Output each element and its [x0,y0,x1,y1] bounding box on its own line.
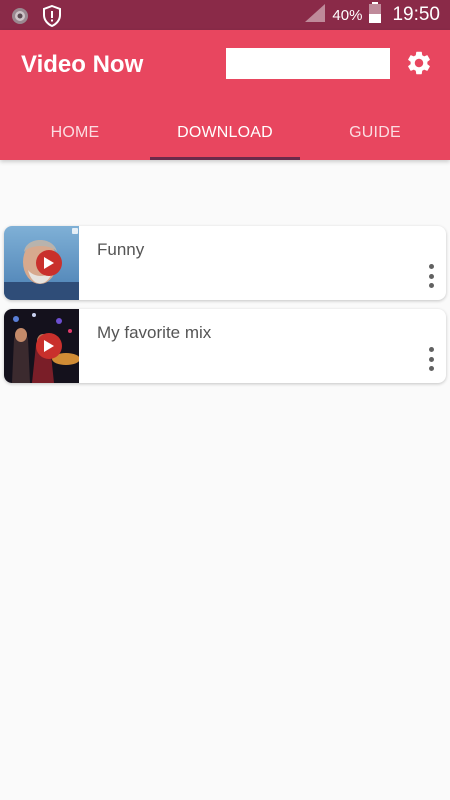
app-bar: Video Now HOME DOWNLOAD GUIDE [0,30,450,160]
tab-guide[interactable]: GUIDE [300,105,450,160]
concert-crowd-thumbnail [4,309,79,383]
app-title: Video Now [21,51,144,78]
tab-home[interactable]: HOME [0,105,150,160]
search-input[interactable] [226,48,390,79]
play-icon [36,333,62,359]
gear-icon [405,49,433,82]
more-vertical-icon[interactable] [424,347,438,371]
shield-alert-icon [42,4,62,32]
more-vertical-icon[interactable] [424,264,438,288]
status-right: 40% 19:50 [304,0,440,30]
playlist-item-funny[interactable]: Funny [4,226,446,300]
play-icon [36,250,62,276]
notification-icons [10,4,62,32]
battery-percent: 40% [332,6,363,24]
active-tab-indicator [150,157,300,160]
man-portrait-thumbnail [4,226,79,300]
battery-icon [368,1,382,29]
settings-button[interactable] [404,50,434,80]
tab-download[interactable]: DOWNLOAD [150,105,300,160]
playlist-list: Funny My favorite mix [4,226,446,392]
playlist-title: My favorite mix [97,323,212,342]
playlist-item-my-favorite-mix[interactable]: My favorite mix [4,309,446,383]
signal-icon [304,3,326,28]
status-bar: 40% 19:50 [0,0,450,30]
camera-notification-icon [10,6,30,31]
clock: 19:50 [392,4,440,25]
playlist-title: Funny [97,240,145,259]
tab-bar: HOME DOWNLOAD GUIDE [0,105,450,160]
